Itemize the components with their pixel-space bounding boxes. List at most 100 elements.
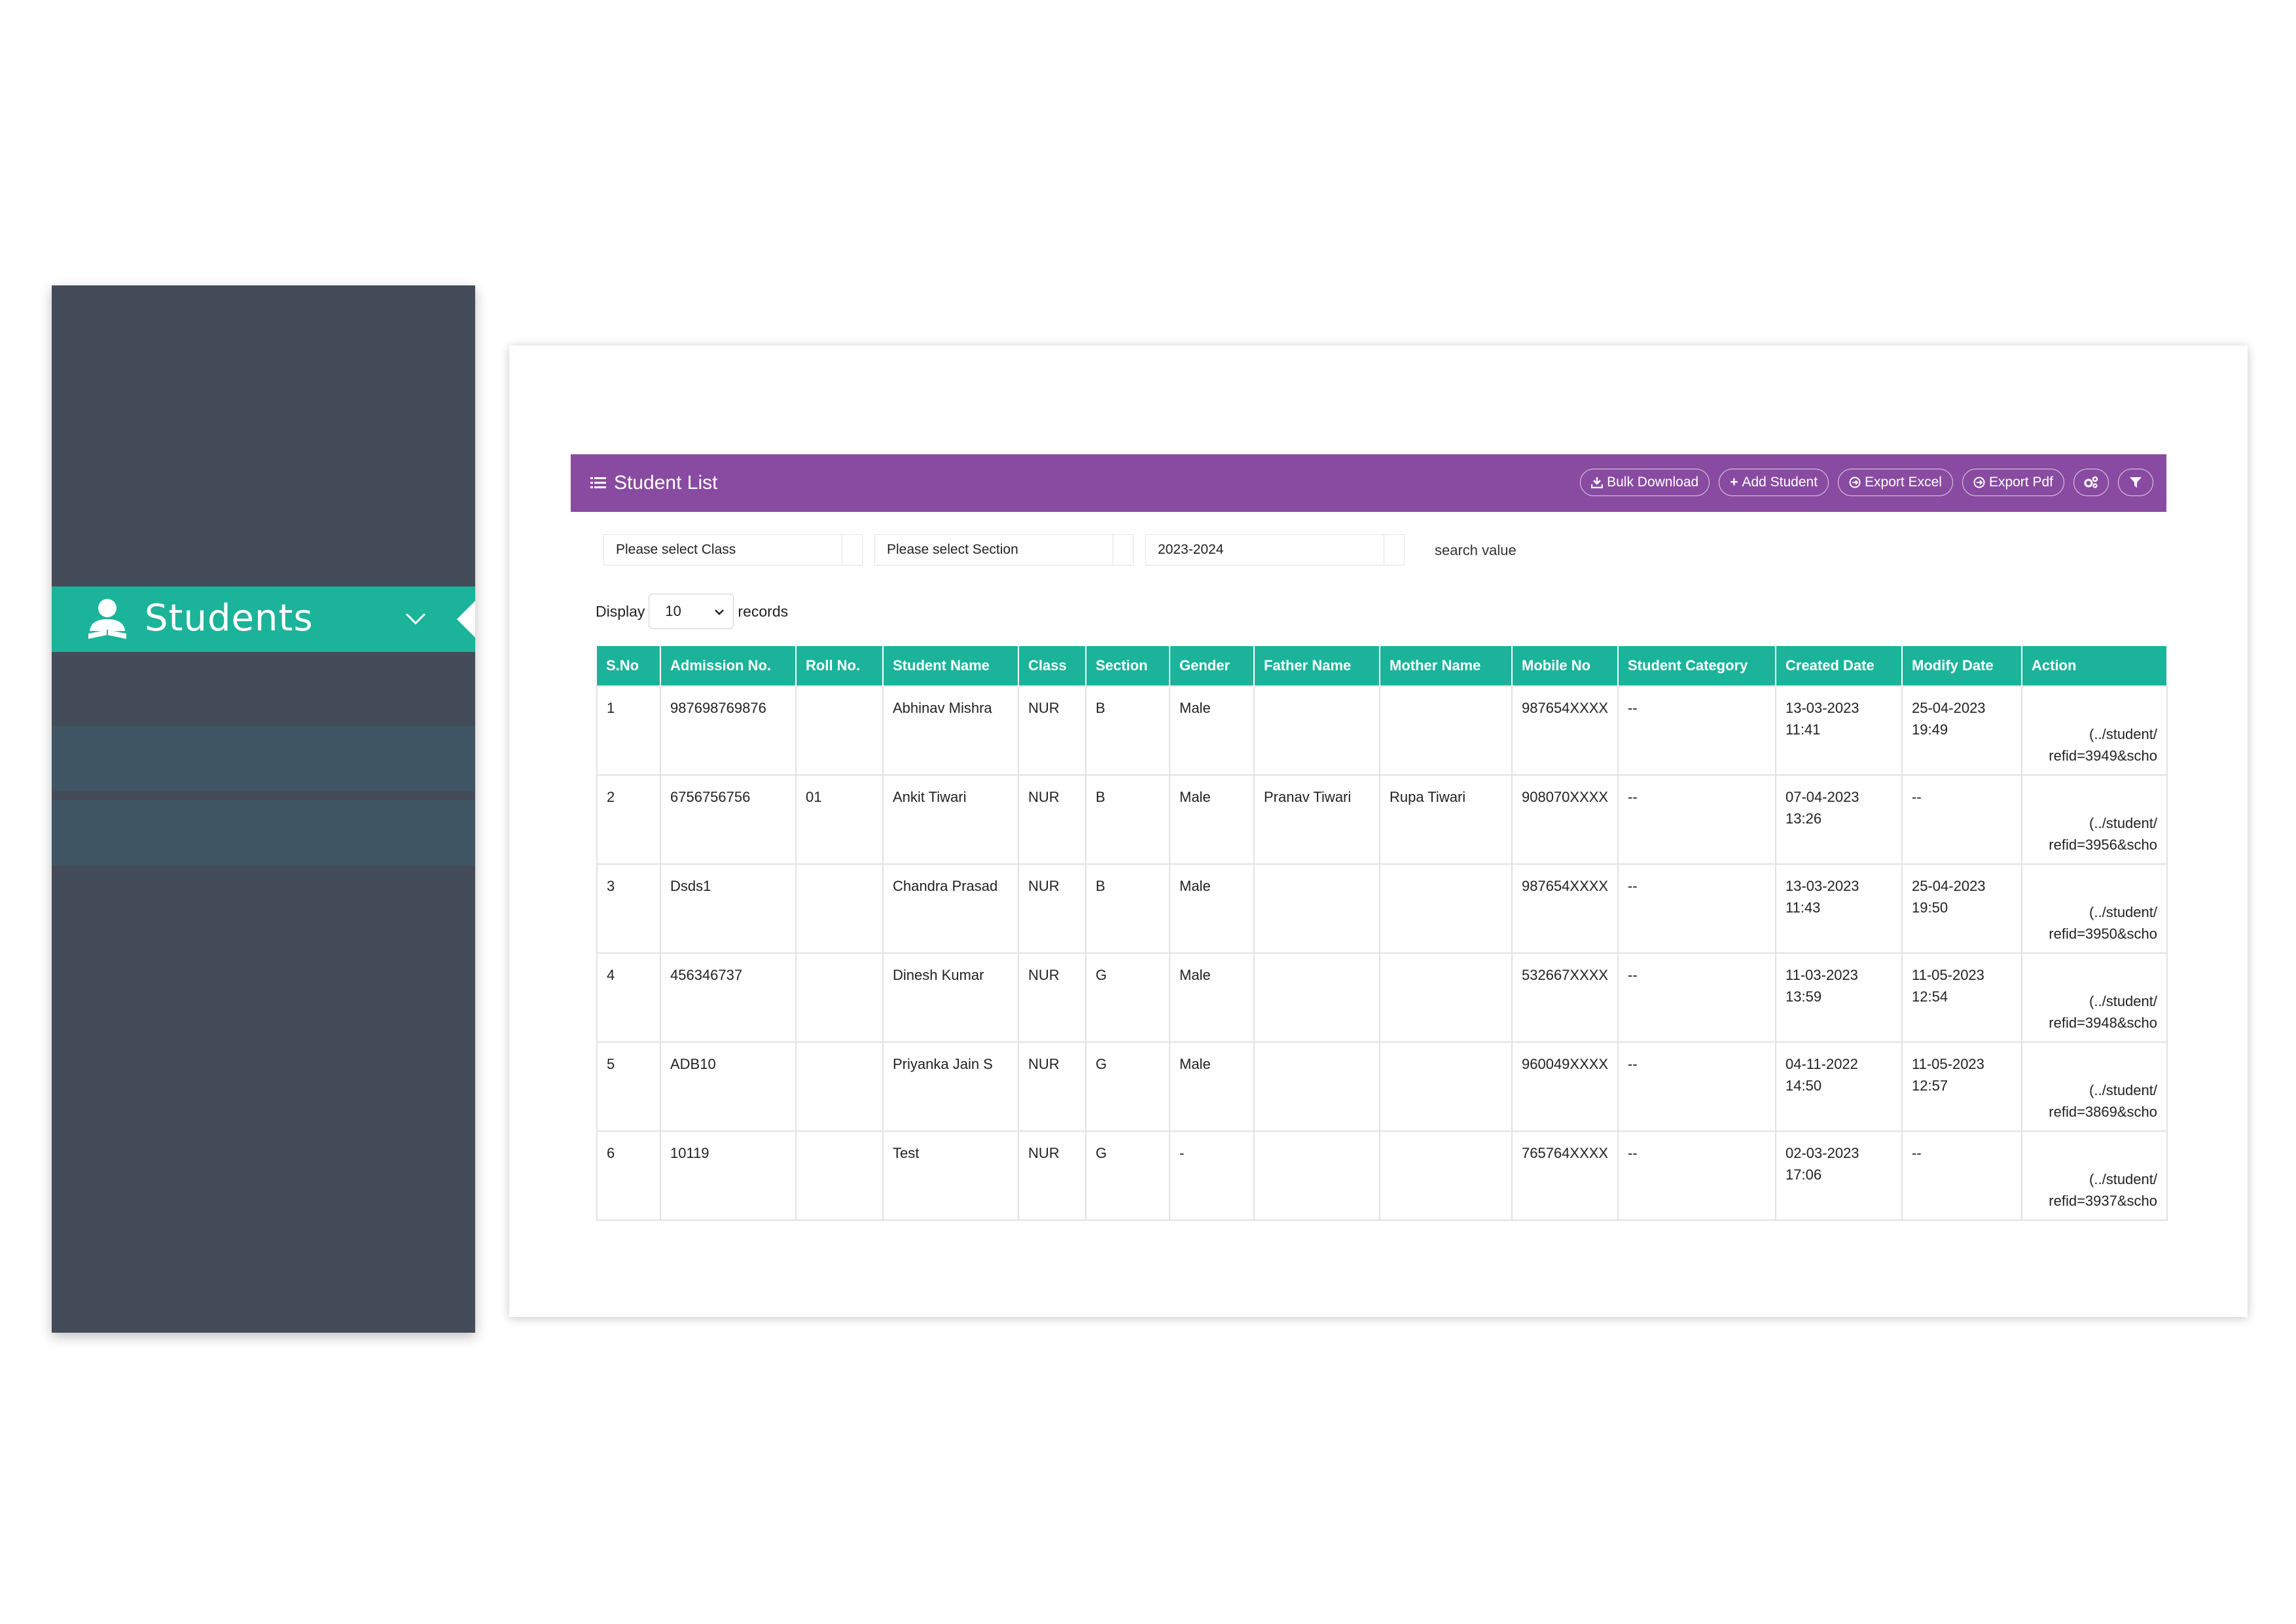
table-cell: 11-05-2023 12:57: [1901, 1041, 2022, 1132]
table-row[interactable]: 5 ADB10 Priyanka Jain S NUR G Male 960049XXXX -…: [596, 1041, 2168, 1132]
column-header[interactable]: Created Date: [1776, 646, 1903, 686]
table-cell: 11-03-2023 13:59: [1775, 952, 1903, 1043]
column-header[interactable]: Mother Name: [1380, 646, 1513, 686]
table-cell: 07-04-2023 13:26: [1775, 774, 1903, 865]
table-row[interactable]: 6 10119 Test NUR G -765764XXXX -- 02-03-2023 17…: [596, 1130, 2168, 1221]
settings-button[interactable]: [2073, 469, 2109, 496]
table-cell: [1253, 1041, 1380, 1132]
table-cell: 6756756756: [660, 774, 797, 865]
table-cell: --: [1617, 863, 1776, 954]
column-header[interactable]: Student Category: [1618, 646, 1776, 686]
table-cell: 908070XXXX: [1511, 774, 1619, 865]
table-cell: Dsds1: [660, 863, 797, 954]
sidebar-item-students[interactable]: Students: [52, 586, 475, 652]
table-cell: 3: [596, 863, 661, 954]
filter-button[interactable]: [2118, 469, 2153, 496]
column-header[interactable]: Modify Date: [1902, 646, 2022, 686]
column-header[interactable]: Mobile No: [1512, 646, 1619, 686]
section-select[interactable]: Please select Section: [874, 534, 1134, 566]
records-label: records: [738, 602, 789, 620]
plus-icon: +: [1730, 475, 1738, 490]
table-cell: B: [1085, 774, 1170, 865]
download-icon: [1591, 477, 1604, 488]
column-header[interactable]: Class: [1018, 646, 1086, 686]
content-card: Student List Bulk Download + Add Student…: [509, 346, 2248, 1317]
session-select-value: 2023-2024: [1158, 542, 1224, 557]
session-select[interactable]: 2023-2024: [1145, 534, 1405, 566]
table-cell: 960049XXXX: [1511, 1041, 1619, 1132]
display-control: Display 10 records: [596, 593, 788, 630]
action-cell[interactable]: (../student/ refid=3869&scho: [2021, 1041, 2168, 1132]
table-cell: 11-05-2023 12:54: [1901, 952, 2022, 1043]
table-cell: 02-03-2023 17:06: [1775, 1130, 1903, 1221]
list-icon: [590, 477, 606, 488]
table-cell: 987654XXXX: [1511, 685, 1619, 776]
export-pdf-button[interactable]: Export Pdf: [1962, 469, 2064, 496]
table-cell: [1379, 952, 1513, 1043]
table-cell: Dinesh Kumar: [882, 952, 1019, 1043]
table-cell: [795, 1041, 884, 1132]
table-cell: --: [1617, 952, 1776, 1043]
table-cell: --: [1617, 685, 1776, 776]
column-header[interactable]: Roll No.: [796, 646, 884, 686]
action-cell[interactable]: (../student/ refid=3948&scho: [2021, 952, 2168, 1043]
action-cell[interactable]: (../student/ refid=3950&scho: [2021, 863, 2168, 954]
table-cell: [1253, 863, 1380, 954]
student-table: S.No Admission No. Roll No. Student Name…: [596, 646, 2168, 1221]
table-cell: Male: [1169, 952, 1255, 1043]
table-cell: B: [1085, 863, 1170, 954]
add-student-label: Add Student: [1742, 475, 1818, 490]
class-select[interactable]: Please select Class: [603, 534, 863, 566]
display-label: Display: [596, 602, 645, 620]
bulk-download-label: Bulk Download: [1607, 475, 1699, 490]
section-select-value: Please select Section: [887, 542, 1018, 557]
column-header[interactable]: Section: [1086, 646, 1170, 686]
table-cell: G: [1085, 1130, 1170, 1221]
table-cell: Male: [1169, 863, 1255, 954]
column-header[interactable]: Action: [2022, 646, 2168, 686]
table-cell: NUR: [1018, 774, 1086, 865]
chevron-down-icon[interactable]: [403, 606, 429, 632]
table-cell: NUR: [1018, 685, 1086, 776]
table-cell: 01: [795, 774, 884, 865]
column-header[interactable]: Father Name: [1254, 646, 1380, 686]
export-excel-button[interactable]: Export Excel: [1838, 469, 1953, 496]
action-cell[interactable]: (../student/ refid=3949&scho: [2021, 685, 2168, 776]
sidebar: Students: [52, 285, 475, 1333]
table-row[interactable]: 4 456346737 Dinesh Kumar NUR G Male 532667XXXX…: [596, 952, 2168, 1043]
sidebar-subitem[interactable]: [52, 800, 475, 865]
table-cell: --: [1617, 1041, 1776, 1132]
table-cell: --: [1617, 774, 1776, 865]
table-header-row: S.No Admission No. Roll No. Student Name…: [597, 646, 2168, 686]
table-cell: --: [1617, 1130, 1776, 1221]
table-cell: [1253, 685, 1380, 776]
table-cell: 5: [596, 1041, 661, 1132]
table-cell: G: [1085, 952, 1170, 1043]
column-header[interactable]: Gender: [1170, 646, 1255, 686]
table-row[interactable]: 1 987698769876 Abhinav Mishra NUR B Male 98765…: [596, 685, 2168, 776]
action-cell[interactable]: (../student/ refid=3956&scho: [2021, 774, 2168, 865]
panel-title: Student List: [614, 472, 718, 494]
table-cell: ADB10: [660, 1041, 797, 1132]
table-cell: Priyanka Jain S: [882, 1041, 1019, 1132]
table-cell: [795, 1130, 884, 1221]
table-cell: [1379, 685, 1513, 776]
table-cell: 25-04-2023 19:49: [1901, 685, 2022, 776]
filter-icon: [2130, 477, 2142, 488]
records-per-page-select[interactable]: 10: [649, 594, 734, 629]
column-header[interactable]: S.No: [597, 646, 661, 686]
table-cell: [795, 863, 884, 954]
search-input[interactable]: search value: [1435, 542, 1516, 559]
table-cell: [1379, 1041, 1513, 1132]
add-student-button[interactable]: + Add Student: [1719, 469, 1829, 496]
column-header[interactable]: Student Name: [883, 646, 1019, 686]
table-row[interactable]: 2 6756756756 01 Ankit Tiwari NUR B Male Pranav …: [596, 774, 2168, 865]
table-row[interactable]: 3 Dsds1 Chandra Prasad NUR B Male 987654XXXX --…: [596, 863, 2168, 954]
export-icon: [1973, 477, 1985, 488]
table-cell: Male: [1169, 1041, 1255, 1132]
column-header[interactable]: Admission No.: [660, 646, 797, 686]
panel-header: Student List Bulk Download + Add Student…: [571, 454, 2166, 512]
sidebar-subitem[interactable]: [52, 726, 475, 791]
bulk-download-button[interactable]: Bulk Download: [1580, 469, 1710, 496]
action-cell[interactable]: (../student/ refid=3937&scho: [2021, 1130, 2168, 1221]
